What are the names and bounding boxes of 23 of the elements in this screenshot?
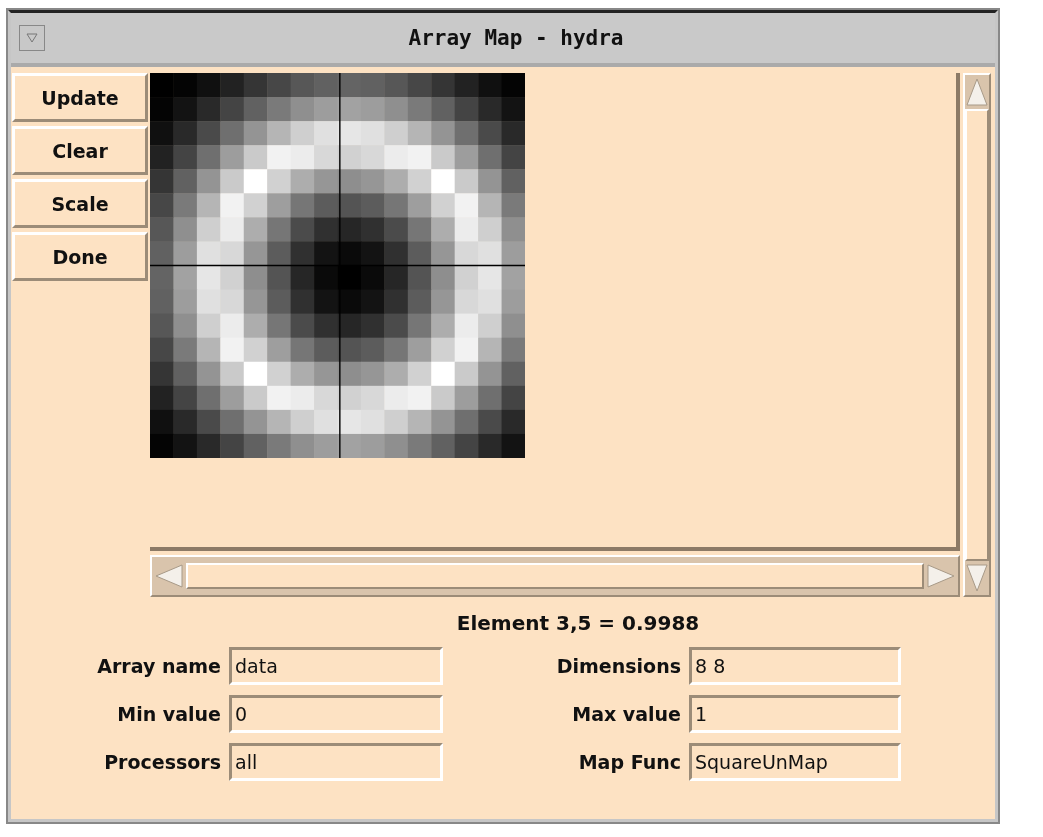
action-button[interactable]: Done bbox=[12, 232, 148, 281]
window-menu-icon[interactable] bbox=[19, 25, 45, 51]
input-field[interactable]: data bbox=[229, 647, 443, 685]
field-label: Array name bbox=[96, 655, 221, 677]
input-field[interactable]: all bbox=[229, 743, 443, 781]
field-label: Map Func bbox=[577, 751, 681, 773]
input-field[interactable]: 0 bbox=[229, 695, 443, 733]
action-button[interactable]: Clear bbox=[12, 126, 148, 175]
element-readout: Element 3,5 = 0.9988 bbox=[455, 611, 701, 635]
horizontal-scrollbar[interactable] bbox=[150, 555, 960, 597]
field-label: Processors bbox=[103, 751, 221, 773]
window-title: Array Map - hydra bbox=[407, 26, 625, 50]
input-field[interactable]: 8 8 bbox=[689, 647, 901, 685]
scroll-thumb[interactable] bbox=[965, 109, 989, 561]
field-label: Min value bbox=[116, 703, 221, 725]
input-field[interactable]: SquareUnMap bbox=[689, 743, 901, 781]
action-button[interactable]: Update bbox=[12, 73, 148, 122]
scroll-thumb[interactable] bbox=[186, 563, 924, 589]
vertical-scrollbar[interactable] bbox=[963, 73, 991, 597]
input-field[interactable]: 1 bbox=[689, 695, 901, 733]
field-label: Dimensions bbox=[555, 655, 681, 677]
field-label: Max value bbox=[571, 703, 681, 725]
action-button[interactable]: Scale bbox=[12, 179, 148, 228]
